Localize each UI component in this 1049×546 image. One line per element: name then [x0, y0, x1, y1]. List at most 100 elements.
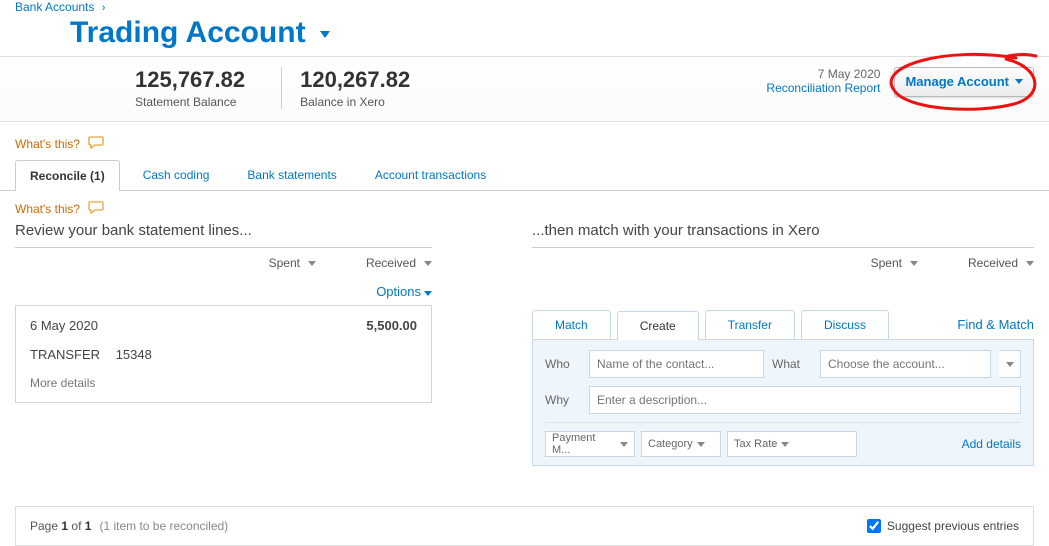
options-row: Options: [15, 280, 432, 305]
left-filters: Spent Received: [15, 256, 432, 280]
chevron-down-icon: [320, 31, 330, 38]
category-label: Category: [648, 438, 693, 450]
chevron-down-icon: [910, 261, 918, 266]
pagination: Page 1 of 1: [30, 519, 91, 533]
received-label: Received: [366, 256, 416, 270]
chevron-down-icon: [697, 442, 705, 447]
right-column: ...then match with your transactions in …: [532, 222, 1034, 466]
account-title: Trading Account: [70, 16, 306, 49]
whats-this-link-sub[interactable]: What's this?: [15, 202, 80, 216]
what-label: What: [772, 357, 812, 371]
what-input[interactable]: [820, 350, 991, 378]
chevron-down-icon: [308, 261, 316, 266]
mtab-discuss[interactable]: Discuss: [801, 310, 889, 339]
spent-label-r: Spent: [871, 256, 902, 270]
statement-amount: 5,500.00: [366, 318, 417, 333]
why-label: Why: [545, 393, 581, 407]
received-filter-right[interactable]: Received: [968, 256, 1034, 270]
xero-balance: 120,267.82 Balance in Xero: [281, 67, 428, 109]
statement-date: 7 May 2020: [766, 67, 880, 81]
reconciliation-report-link[interactable]: Reconciliation Report: [766, 81, 880, 95]
what-dropdown-button[interactable]: [999, 350, 1021, 378]
create-panel: Who What Why Payment M... Category Tax R…: [532, 339, 1034, 466]
payment-method-dropdown[interactable]: Payment M...: [545, 431, 635, 457]
page-of: of: [71, 519, 81, 533]
reconcile-content: Review your bank statement lines... Spen…: [0, 222, 1049, 466]
chevron-down-icon: [424, 261, 432, 266]
breadcrumb: Bank Accounts ›: [0, 0, 1049, 16]
right-heading: ...then match with your transactions in …: [532, 222, 1034, 248]
left-column: Review your bank statement lines... Spen…: [15, 222, 432, 466]
xero-balance-amount: 120,267.82: [300, 67, 410, 93]
reconcile-count-note: (1 item to be reconciled): [99, 519, 228, 533]
chevron-down-icon: [1015, 79, 1023, 84]
manage-account-label: Manage Account: [905, 74, 1009, 89]
tab-account-transactions[interactable]: Account transactions: [360, 159, 501, 190]
suggest-label: Suggest previous entries: [887, 519, 1019, 533]
tab-cash-coding[interactable]: Cash coding: [128, 159, 225, 190]
whats-this-sub: What's this?: [0, 191, 1049, 222]
breadcrumb-parent[interactable]: Bank Accounts: [15, 0, 94, 14]
chevron-down-icon: [424, 291, 432, 296]
statement-desc: TRANSFER: [30, 347, 100, 362]
received-filter[interactable]: Received: [366, 256, 432, 270]
mtab-match[interactable]: Match: [532, 310, 611, 339]
statement-ref: 15348: [116, 347, 152, 362]
received-label-r: Received: [968, 256, 1018, 270]
chevron-down-icon: [781, 442, 789, 447]
statement-balance-label: Statement Balance: [135, 95, 245, 109]
manage-account-button[interactable]: Manage Account: [894, 67, 1034, 97]
find-and-match-link[interactable]: Find & Match: [957, 317, 1034, 332]
tab-reconcile[interactable]: Reconcile (1): [15, 160, 120, 191]
page-prefix: Page: [30, 519, 58, 533]
tax-rate-dropdown[interactable]: Tax Rate: [727, 431, 857, 457]
who-input[interactable]: [589, 350, 764, 378]
payment-method-label: Payment M...: [552, 432, 616, 456]
speech-bubble-icon: [88, 201, 104, 218]
balances: 125,767.82 Statement Balance 120,267.82 …: [15, 67, 446, 109]
chevron-down-icon: [1026, 261, 1034, 266]
suggest-checkbox[interactable]: [867, 519, 881, 533]
chevron-down-icon: [1006, 362, 1014, 367]
spent-filter-right[interactable]: Spent: [871, 256, 918, 270]
mtab-create[interactable]: Create: [617, 311, 699, 340]
match-tabs: Match Create Transfer Discuss Find & Mat…: [532, 310, 1034, 339]
spent-label: Spent: [269, 256, 300, 270]
spent-filter[interactable]: Spent: [269, 256, 316, 270]
add-details-link[interactable]: Add details: [962, 437, 1021, 451]
tab-reconcile-label: Reconcile (1): [30, 169, 105, 183]
balances-bar: 125,767.82 Statement Balance 120,267.82 …: [0, 56, 1049, 122]
why-input[interactable]: [589, 386, 1021, 414]
whats-this-top: What's this?: [0, 122, 1049, 159]
statement-balance: 125,767.82 Statement Balance: [135, 67, 263, 109]
speech-bubble-icon: [88, 136, 104, 153]
statement-line-card[interactable]: 6 May 2020 5,500.00 TRANSFER 15348 More …: [15, 305, 432, 403]
suggest-previous-entries[interactable]: Suggest previous entries: [867, 519, 1019, 533]
options-dropdown[interactable]: Options: [376, 284, 432, 299]
xero-balance-label: Balance in Xero: [300, 95, 410, 109]
who-label: Who: [545, 357, 581, 371]
footer-bar: Page 1 of 1 (1 item to be reconciled) Su…: [15, 506, 1034, 546]
options-label: Options: [376, 284, 421, 299]
tab-account-transactions-label: Account transactions: [375, 168, 486, 182]
tab-bank-statements-label: Bank statements: [247, 168, 336, 182]
tab-cash-coding-label: Cash coding: [143, 168, 210, 182]
page-total: 1: [85, 519, 92, 533]
statement-date: 6 May 2020: [30, 318, 98, 333]
tab-bank-statements[interactable]: Bank statements: [232, 159, 351, 190]
header-right: 7 May 2020 Reconciliation Report: [766, 67, 880, 95]
title-row: Trading Account: [0, 16, 1049, 56]
statement-balance-amount: 125,767.82: [135, 67, 245, 93]
category-dropdown[interactable]: Category: [641, 431, 721, 457]
page-current: 1: [61, 519, 68, 533]
more-details-link[interactable]: More details: [30, 376, 417, 390]
tax-rate-label: Tax Rate: [734, 438, 777, 450]
left-heading: Review your bank statement lines...: [15, 222, 432, 248]
breadcrumb-separator: ›: [98, 2, 110, 14]
mtab-transfer[interactable]: Transfer: [705, 310, 795, 339]
main-tabs: Reconcile (1) Cash coding Bank statement…: [0, 159, 1049, 191]
whats-this-link[interactable]: What's this?: [15, 137, 80, 151]
account-title-dropdown[interactable]: Trading Account: [70, 16, 330, 49]
chevron-down-icon: [620, 442, 628, 447]
right-filters: Spent Received: [532, 256, 1034, 280]
